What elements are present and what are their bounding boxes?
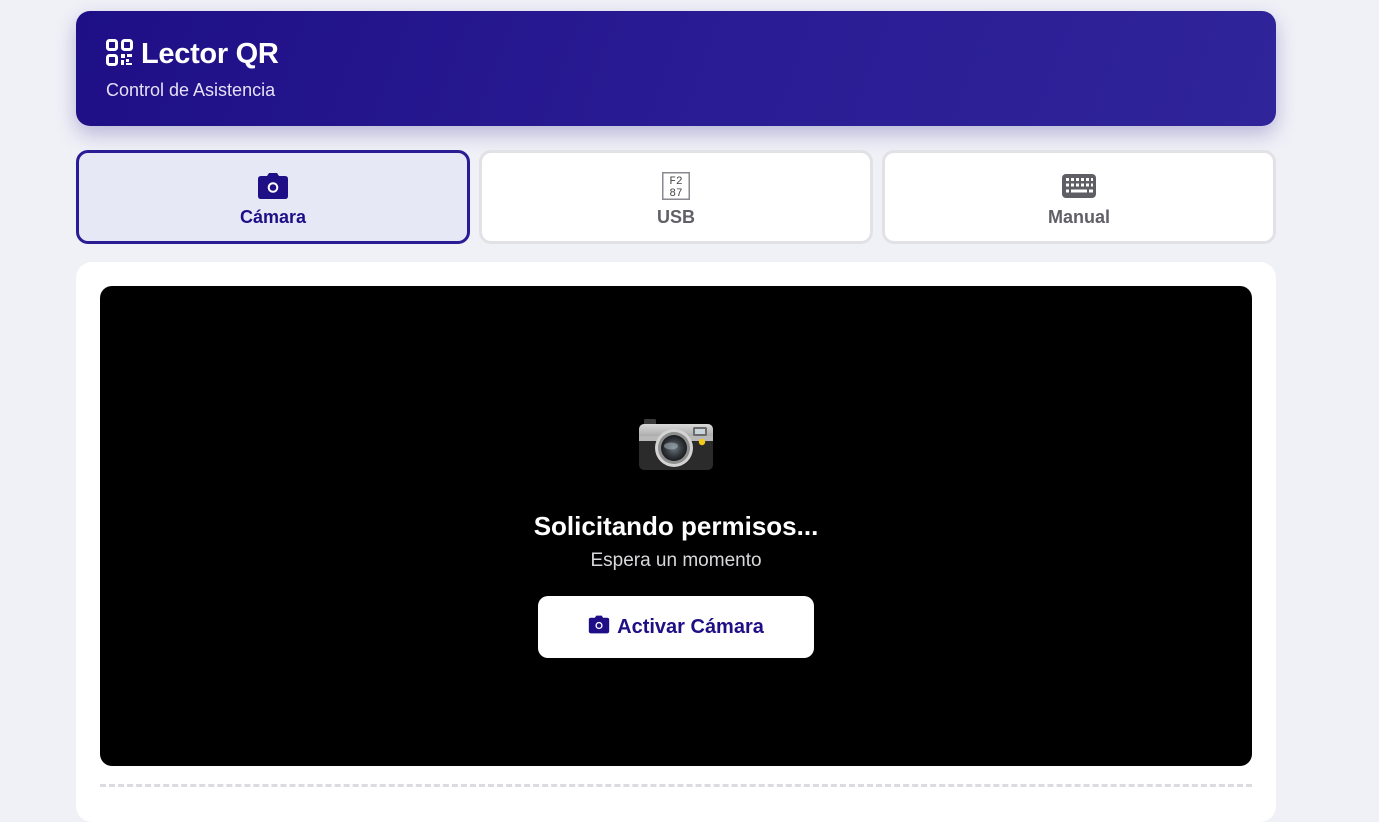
scanner-panel: Solicitando permisos... Espera un moment… <box>76 262 1276 822</box>
barcode-icon: F2 87 <box>662 171 690 201</box>
tab-usb-label: USB <box>656 206 695 227</box>
app-subtitle: Control de Asistencia <box>106 80 276 100</box>
activate-camera-button[interactable]: Activar Cámara <box>538 596 814 658</box>
camera-icon <box>257 171 289 201</box>
tab-camera-label: Cámara <box>239 206 307 227</box>
camera-with-flash-icon <box>636 414 716 479</box>
svg-text:F2: F2 <box>669 176 682 188</box>
camera-status-title: Solicitando permisos... <box>533 511 819 541</box>
keyboard-icon <box>1061 171 1097 201</box>
app-container: Lector QR Control de Asistencia Cámara F… <box>76 11 1276 822</box>
camera-status-subtitle: Espera un momento <box>590 550 762 571</box>
tab-manual-label: Manual <box>1047 206 1110 227</box>
header-title-row: Lector QR <box>106 38 279 71</box>
tab-manual[interactable]: Manual <box>882 150 1276 244</box>
mode-tabs: Cámara F2 87 USB Manual <box>76 150 1276 244</box>
activate-camera-label: Activar Cámara <box>617 615 764 638</box>
tab-camera[interactable]: Cámara <box>76 150 470 244</box>
svg-text:87: 87 <box>669 188 682 200</box>
app-title: Lector QR <box>141 38 279 70</box>
qrcode-icon <box>106 38 133 71</box>
tab-usb[interactable]: F2 87 USB <box>479 150 873 244</box>
camera-viewport: Solicitando permisos... Espera un moment… <box>100 286 1252 766</box>
camera-icon <box>588 615 610 640</box>
app-header: Lector QR Control de Asistencia <box>76 11 1276 126</box>
